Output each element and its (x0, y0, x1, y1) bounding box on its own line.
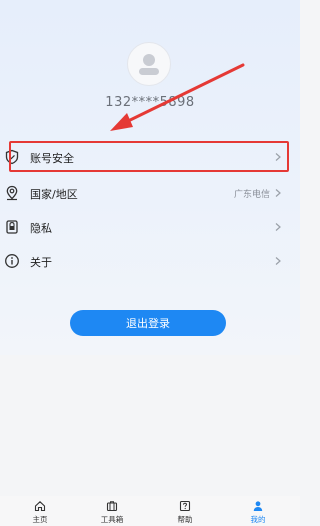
chevron-right-icon (275, 257, 281, 265)
menu-item-region[interactable]: 国家/地区 广东电信 (0, 177, 300, 210)
tab-mine[interactable]: 我的 (238, 500, 278, 525)
menu-item-label: 隐私 (30, 221, 52, 235)
highlight-box (9, 141, 289, 172)
region-value: 广东电信 (233, 190, 270, 200)
bottom-tab-bar: 主页 工具箱 帮助 我的 (0, 496, 300, 526)
help-icon (179, 500, 191, 512)
menu-item-privacy[interactable]: 隐私 (0, 211, 300, 244)
location-icon (6, 185, 18, 201)
toolbox-icon (106, 501, 118, 512)
lock-icon (6, 220, 18, 234)
tab-label: 主页 (32, 515, 48, 524)
menu-item-about[interactable]: 关于 (0, 245, 300, 278)
tab-home[interactable]: 主页 (20, 500, 60, 525)
chevron-right-icon (275, 223, 281, 231)
menu-item-label: 国家/地区 (30, 187, 78, 201)
user-icon (253, 501, 263, 511)
home-icon (34, 501, 46, 512)
tab-label: 帮助 (177, 515, 193, 524)
logout-button[interactable]: 退出登录 (70, 310, 226, 336)
tab-label: 我的 (250, 515, 266, 524)
tab-label: 工具箱 (100, 515, 124, 524)
info-icon (5, 254, 19, 268)
chevron-right-icon (275, 189, 281, 197)
menu-item-label: 关于 (30, 255, 52, 269)
tab-help[interactable]: 帮助 (165, 500, 205, 525)
tab-toolbox[interactable]: 工具箱 (92, 500, 132, 525)
